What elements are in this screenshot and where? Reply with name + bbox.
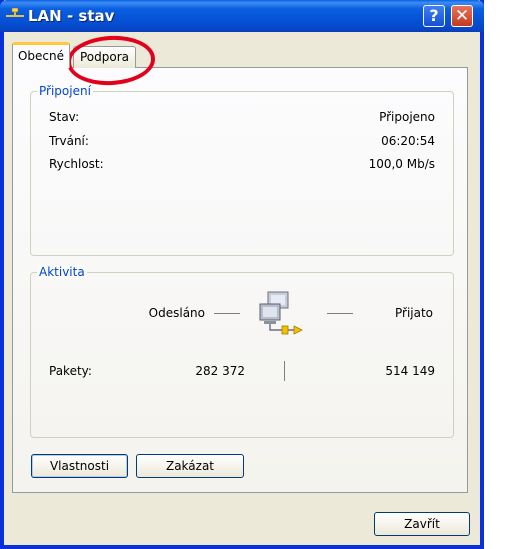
sent-line (214, 313, 240, 314)
received-line (327, 313, 353, 314)
network-connection-icon (6, 8, 24, 17)
sent-label: Odesláno (148, 306, 205, 320)
duration-value: 06:20:54 (381, 134, 435, 148)
packets-divider (284, 361, 285, 381)
help-button[interactable]: ? (423, 5, 445, 27)
close-window-button[interactable]: ✕ (451, 5, 473, 27)
packets-label: Pakety: (49, 364, 92, 378)
close-button[interactable]: Zavřít (374, 512, 470, 536)
packets-received-value: 514 149 (385, 364, 435, 378)
disable-button[interactable]: Zakázat (136, 454, 244, 478)
duration-label: Trvání: (49, 134, 89, 148)
status-value: Připojeno (379, 110, 435, 124)
activity-group-title: Aktivita (37, 265, 87, 279)
title-bar[interactable]: LAN - stav ? ✕ (0, 0, 484, 32)
network-activity-icon (259, 291, 303, 335)
activity-group: Aktivita (30, 265, 454, 438)
packets-sent-value: 282 372 (195, 364, 245, 378)
properties-button[interactable]: Vlastnosti (31, 454, 128, 478)
tab-general[interactable]: Obecné (12, 42, 70, 68)
received-label: Přijato (395, 306, 434, 320)
speed-value: 100,0 Mb/s (368, 157, 435, 171)
status-label: Stav: (49, 110, 80, 124)
connection-group-title: Připojení (37, 84, 93, 98)
window-title: LAN - stav (28, 7, 115, 25)
speed-label: Rychlost: (49, 157, 104, 171)
